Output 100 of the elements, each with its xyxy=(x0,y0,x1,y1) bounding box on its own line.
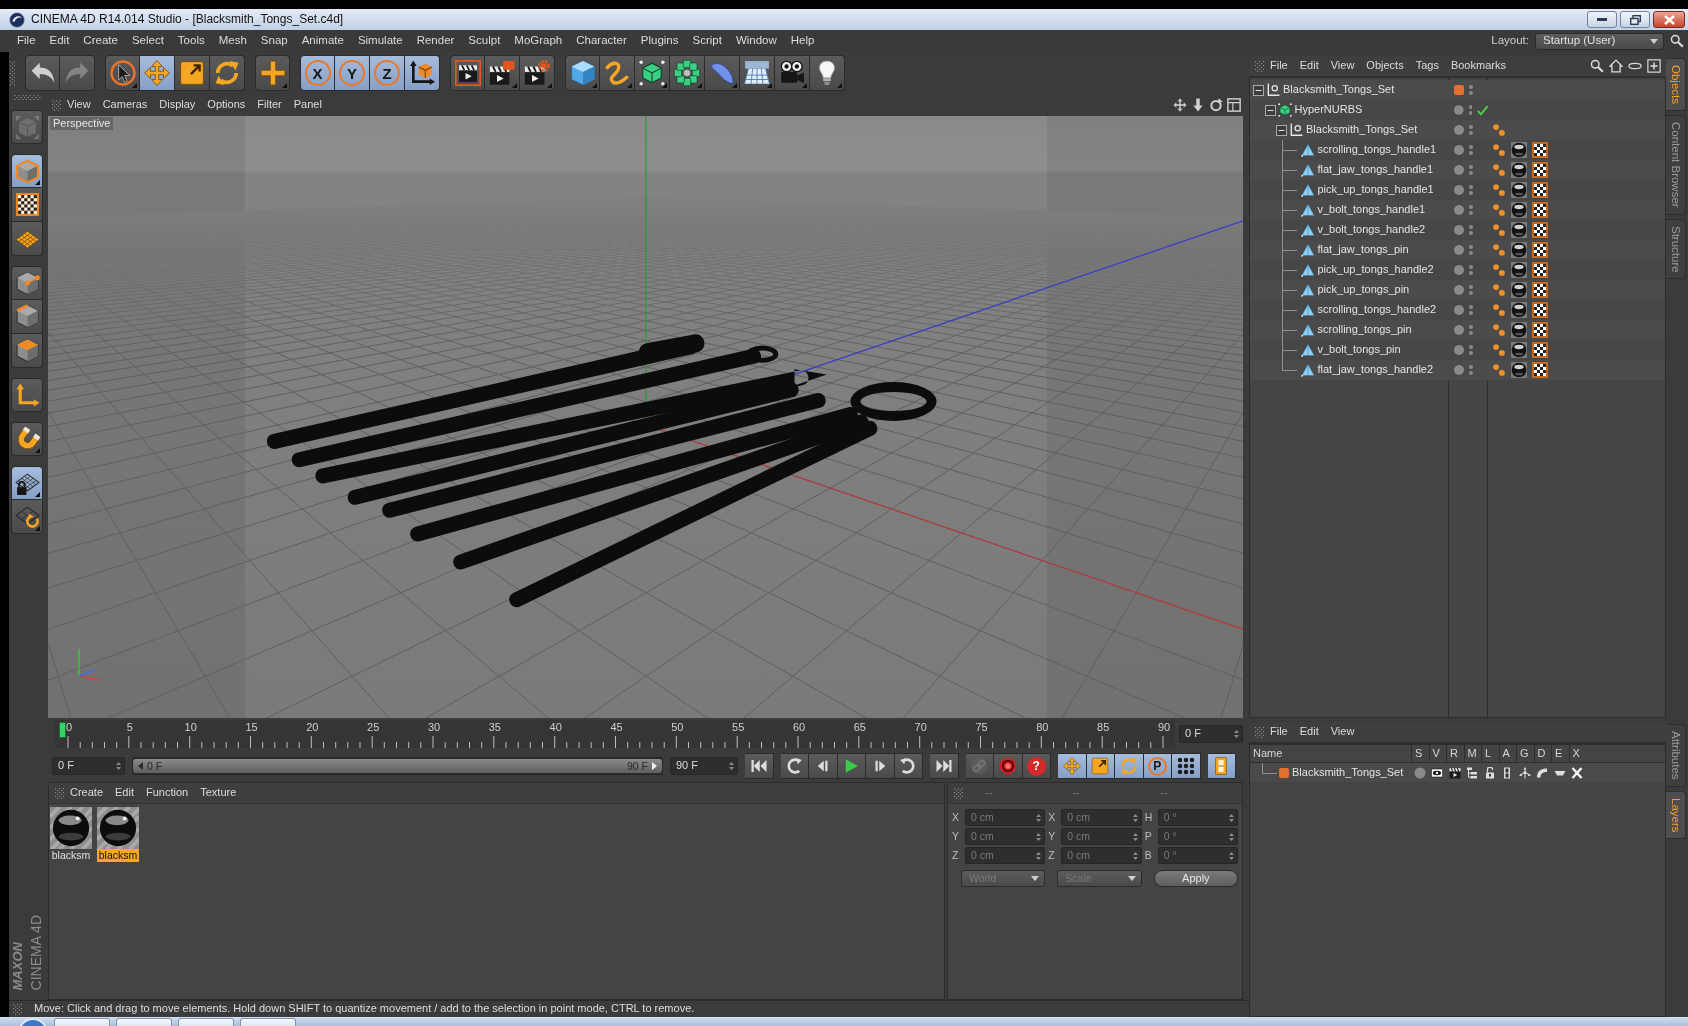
dots-tag-icon[interactable] xyxy=(1492,283,1506,297)
layer-dot-icon[interactable] xyxy=(1454,305,1464,315)
go-to-start-button[interactable] xyxy=(745,753,774,779)
axis-lock-button[interactable]: Y xyxy=(335,55,370,91)
column-header[interactable]: S xyxy=(1411,745,1429,762)
object-row[interactable]: Blacksmith_Tongs_Set xyxy=(1250,120,1665,140)
tongs-rod[interactable] xyxy=(267,334,705,449)
checker-tag-icon[interactable] xyxy=(1532,362,1548,378)
panel-layout-icon[interactable] xyxy=(1227,98,1241,112)
panel-tab[interactable]: Objects xyxy=(1666,58,1686,111)
checker-tag-icon[interactable] xyxy=(1532,142,1548,158)
workplane-mode-button[interactable] xyxy=(11,222,43,256)
material-name[interactable]: blacksm xyxy=(97,849,139,862)
layer-dot-icon[interactable] xyxy=(1454,285,1464,295)
left-arrow-icon[interactable] xyxy=(138,762,143,770)
layer-dot-icon[interactable] xyxy=(1454,365,1464,375)
sphere-tag-icon[interactable] xyxy=(1511,342,1527,358)
object-row[interactable]: flat_jaw_tongs_pin xyxy=(1250,240,1665,260)
layer-dot-icon[interactable] xyxy=(1454,185,1464,195)
rotate-tool-button[interactable] xyxy=(210,55,245,91)
tongs-rod[interactable] xyxy=(347,382,799,505)
menu-item[interactable]: File xyxy=(1264,59,1294,73)
column-header[interactable]: G xyxy=(1516,745,1534,762)
right-arrow-icon[interactable] xyxy=(652,762,657,770)
previous-key-button[interactable] xyxy=(780,753,809,779)
grip-icon[interactable] xyxy=(55,787,64,799)
tongs-rod[interactable] xyxy=(382,392,826,518)
layer-dot-icon[interactable] xyxy=(1454,125,1464,135)
locked-workplane-button[interactable] xyxy=(11,466,43,500)
panel-tab[interactable]: Layers xyxy=(1666,790,1686,840)
menu-item[interactable]: Plugins xyxy=(633,34,686,48)
menu-item[interactable]: Filter xyxy=(251,98,288,112)
object-row[interactable]: v_bolt_tongs_handle1 xyxy=(1250,200,1665,220)
column-header[interactable]: D xyxy=(1533,745,1551,762)
grip-icon[interactable] xyxy=(13,1003,22,1015)
render-settings-button[interactable] xyxy=(520,55,555,91)
live-selection-button[interactable] xyxy=(105,55,140,91)
menu-item[interactable]: View xyxy=(1324,725,1361,739)
tongs-rod[interactable] xyxy=(291,345,779,468)
visibility-dots-icon[interactable] xyxy=(1469,265,1473,275)
padlock-icon[interactable] xyxy=(1483,766,1496,779)
layer-dot-icon[interactable] xyxy=(1454,345,1464,355)
layer-dot-icon[interactable] xyxy=(1454,105,1464,115)
menu-item[interactable]: Edit xyxy=(109,786,140,800)
material-preview-icon[interactable] xyxy=(97,807,139,849)
panel-tab[interactable]: Structure xyxy=(1666,218,1686,280)
grip-icon[interactable] xyxy=(1255,60,1264,72)
menu-item[interactable]: File xyxy=(1264,725,1294,739)
dots-tag-icon[interactable] xyxy=(1492,223,1506,237)
tongs-rod[interactable] xyxy=(509,382,937,608)
add-box-icon[interactable] xyxy=(1647,59,1661,73)
hierarchy-icon[interactable] xyxy=(1466,766,1479,779)
sphere-tag-icon[interactable] xyxy=(1511,302,1527,318)
menu-item[interactable]: Help xyxy=(783,34,822,48)
menu-item[interactable]: Simulate xyxy=(350,34,410,48)
layer-dot-icon[interactable] xyxy=(1454,325,1464,335)
dots-tag-icon[interactable] xyxy=(1492,363,1506,377)
visibility-dots-icon[interactable] xyxy=(1469,345,1473,355)
dots-tag-icon[interactable] xyxy=(1492,323,1506,337)
dots-tag-icon[interactable] xyxy=(1492,123,1506,137)
solo-dot-icon[interactable] xyxy=(1413,766,1426,779)
tongs-rod[interactable] xyxy=(315,369,827,484)
menu-item[interactable]: Display xyxy=(153,98,202,112)
material-name[interactable]: blacksm xyxy=(50,849,92,862)
layer-dot-icon[interactable] xyxy=(1454,225,1464,235)
camera-label[interactable]: Perspective xyxy=(50,117,114,131)
object-row[interactable]: flat_jaw_tongs_handle2 xyxy=(1250,360,1665,380)
panel-tab[interactable]: Content Browser xyxy=(1666,115,1686,215)
visibility-dots-icon[interactable] xyxy=(1469,185,1473,195)
dots-tag-icon[interactable] xyxy=(1492,243,1506,257)
menu-item[interactable]: View xyxy=(1324,59,1361,73)
layer-dot-icon[interactable] xyxy=(1454,165,1464,175)
menu-item[interactable]: Bookmarks xyxy=(1444,59,1512,73)
column-header[interactable]: V xyxy=(1428,745,1446,762)
bend-icon[interactable] xyxy=(1536,766,1549,779)
layer-dot-icon[interactable] xyxy=(1454,265,1464,275)
dots-tag-icon[interactable] xyxy=(1492,143,1506,157)
render-picture-button[interactable] xyxy=(485,55,520,91)
grip-icon[interactable] xyxy=(1255,726,1264,738)
menu-item[interactable]: Edit xyxy=(42,34,77,48)
checker-tag-icon[interactable] xyxy=(1532,302,1548,318)
play-button[interactable] xyxy=(837,753,866,779)
object-row[interactable]: Blacksmith_Tongs_Set xyxy=(1250,80,1665,100)
layer-dot-icon[interactable] xyxy=(1454,145,1464,155)
sphere-tag-icon[interactable] xyxy=(1511,182,1527,198)
visibility-dots-icon[interactable] xyxy=(1469,145,1473,155)
record-button[interactable] xyxy=(994,753,1023,779)
cube-button[interactable] xyxy=(565,55,600,91)
dots-tag-icon[interactable] xyxy=(1492,163,1506,177)
menu-item[interactable]: Panel xyxy=(287,98,328,112)
points-mode-button[interactable] xyxy=(11,266,43,300)
menu-item[interactable]: Create xyxy=(76,34,125,48)
checker-tag-icon[interactable] xyxy=(1532,162,1548,178)
previous-frame-button[interactable] xyxy=(809,753,838,779)
coordinate-system-button[interactable] xyxy=(405,55,440,91)
light-button[interactable] xyxy=(810,55,845,91)
dots-tag-icon[interactable] xyxy=(1492,203,1506,217)
go-to-end-button[interactable] xyxy=(930,753,959,779)
menu-item[interactable]: File xyxy=(10,34,43,48)
snap-button[interactable] xyxy=(11,422,43,456)
